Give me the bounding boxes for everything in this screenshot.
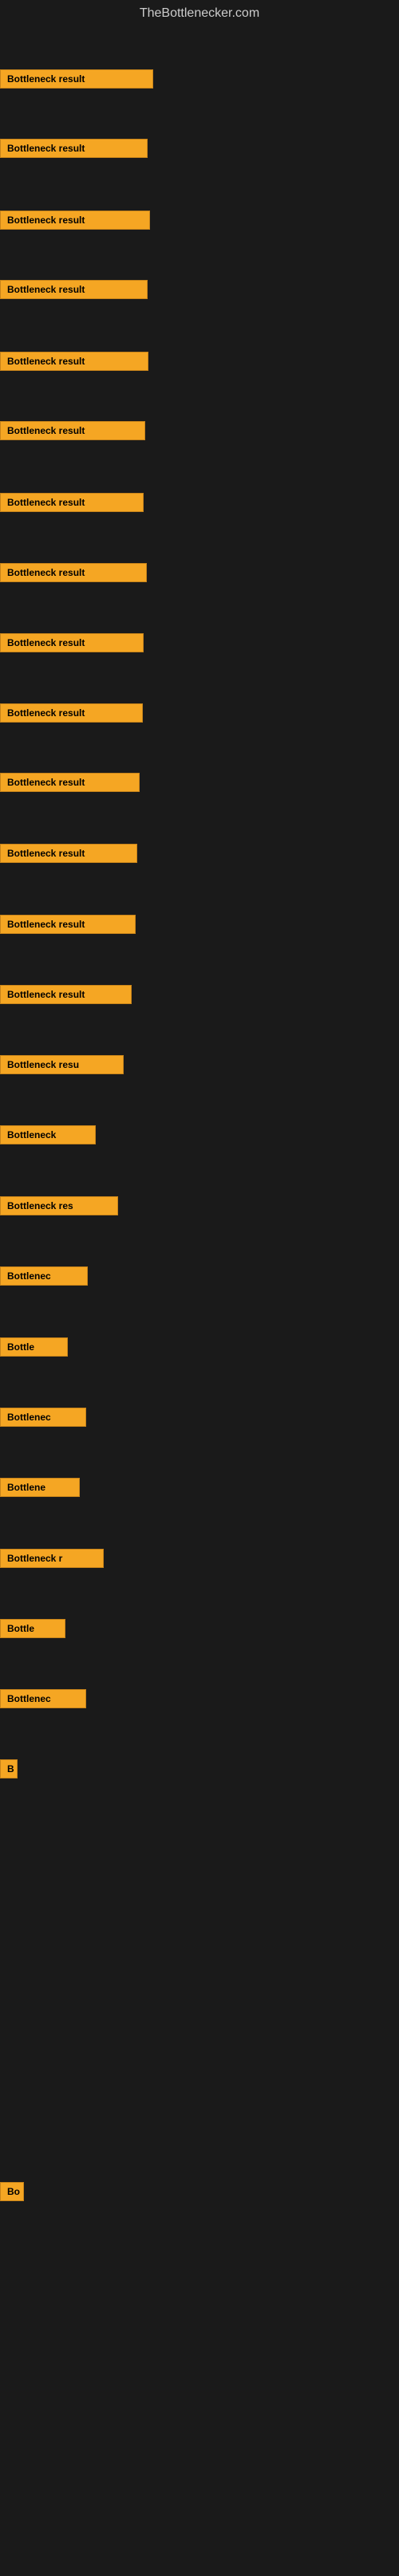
bottleneck-badge: Bottleneck result bbox=[0, 493, 144, 512]
bottleneck-badge: Bottleneck result bbox=[0, 844, 137, 863]
bottleneck-badge: Bottle bbox=[0, 1619, 65, 1638]
bottleneck-result-item[interactable]: Bottleneck result bbox=[0, 985, 132, 1008]
bottleneck-result-item[interactable]: Bo bbox=[0, 2182, 24, 2205]
bottleneck-result-item[interactable]: Bottleneck r bbox=[0, 1549, 104, 1572]
bottleneck-result-item[interactable]: Bottleneck result bbox=[0, 421, 145, 444]
bottleneck-result-item[interactable]: Bottlenec bbox=[0, 1266, 88, 1290]
bottleneck-badge: Bottleneck resu bbox=[0, 1055, 124, 1074]
bottleneck-badge: Bottlene bbox=[0, 1478, 80, 1497]
bottleneck-result-item[interactable]: Bottleneck res bbox=[0, 1196, 118, 1219]
bottleneck-badge: Bottleneck result bbox=[0, 915, 136, 934]
bottleneck-result-item[interactable]: Bottleneck result bbox=[0, 139, 148, 162]
bottleneck-result-item[interactable]: Bottleneck result bbox=[0, 563, 147, 586]
bottleneck-badge: Bottleneck result bbox=[0, 421, 145, 440]
bottleneck-result-item[interactable]: B bbox=[0, 1759, 18, 1782]
bottleneck-badge: Bottleneck result bbox=[0, 139, 148, 158]
bottleneck-result-item[interactable]: Bottle bbox=[0, 1619, 65, 1642]
bottleneck-badge: Bottlenec bbox=[0, 1689, 86, 1708]
bottleneck-result-item[interactable]: Bottleneck result bbox=[0, 211, 150, 234]
bottleneck-result-item[interactable]: Bottlenec bbox=[0, 1408, 86, 1431]
bottleneck-result-item[interactable]: Bottleneck resu bbox=[0, 1055, 124, 1078]
site-title: TheBottlenecker.com bbox=[0, 0, 399, 24]
bottleneck-result-item[interactable]: Bottleneck result bbox=[0, 280, 148, 303]
bottleneck-result-item[interactable]: Bottleneck result bbox=[0, 493, 144, 516]
bottleneck-result-item[interactable]: Bottlene bbox=[0, 1478, 80, 1501]
bottleneck-badge: Bottleneck bbox=[0, 1125, 96, 1144]
bottleneck-badge: Bottleneck result bbox=[0, 280, 148, 299]
bottleneck-result-item[interactable]: Bottleneck result bbox=[0, 633, 144, 656]
bottleneck-badge: Bottlenec bbox=[0, 1266, 88, 1286]
bottleneck-badge: Bottlenec bbox=[0, 1408, 86, 1427]
bottleneck-badge: Bottle bbox=[0, 1337, 68, 1357]
bottleneck-result-item[interactable]: Bottlenec bbox=[0, 1689, 86, 1712]
bottleneck-badge: Bottleneck result bbox=[0, 352, 148, 371]
bottleneck-badge: Bo bbox=[0, 2182, 24, 2201]
bottleneck-result-item[interactable]: Bottleneck bbox=[0, 1125, 96, 1148]
bottleneck-badge: Bottleneck result bbox=[0, 773, 140, 792]
bottleneck-badge: Bottleneck r bbox=[0, 1549, 104, 1568]
bottleneck-result-item[interactable]: Bottle bbox=[0, 1337, 68, 1361]
bottleneck-result-item[interactable]: Bottleneck result bbox=[0, 352, 148, 375]
bottleneck-result-item[interactable]: Bottleneck result bbox=[0, 703, 143, 727]
bottleneck-result-item[interactable]: Bottleneck result bbox=[0, 69, 153, 93]
bottleneck-badge: Bottleneck res bbox=[0, 1196, 118, 1215]
bottleneck-badge: B bbox=[0, 1759, 18, 1778]
bottleneck-result-item[interactable]: Bottleneck result bbox=[0, 915, 136, 938]
bottleneck-badge: Bottleneck result bbox=[0, 563, 147, 582]
bottleneck-result-item[interactable]: Bottleneck result bbox=[0, 773, 140, 796]
bottleneck-badge: Bottleneck result bbox=[0, 985, 132, 1004]
bottleneck-badge: Bottleneck result bbox=[0, 633, 144, 652]
bottleneck-badge: Bottleneck result bbox=[0, 69, 153, 89]
bottleneck-badge: Bottleneck result bbox=[0, 703, 143, 723]
bottleneck-badge: Bottleneck result bbox=[0, 211, 150, 230]
bottleneck-result-item[interactable]: Bottleneck result bbox=[0, 844, 137, 867]
